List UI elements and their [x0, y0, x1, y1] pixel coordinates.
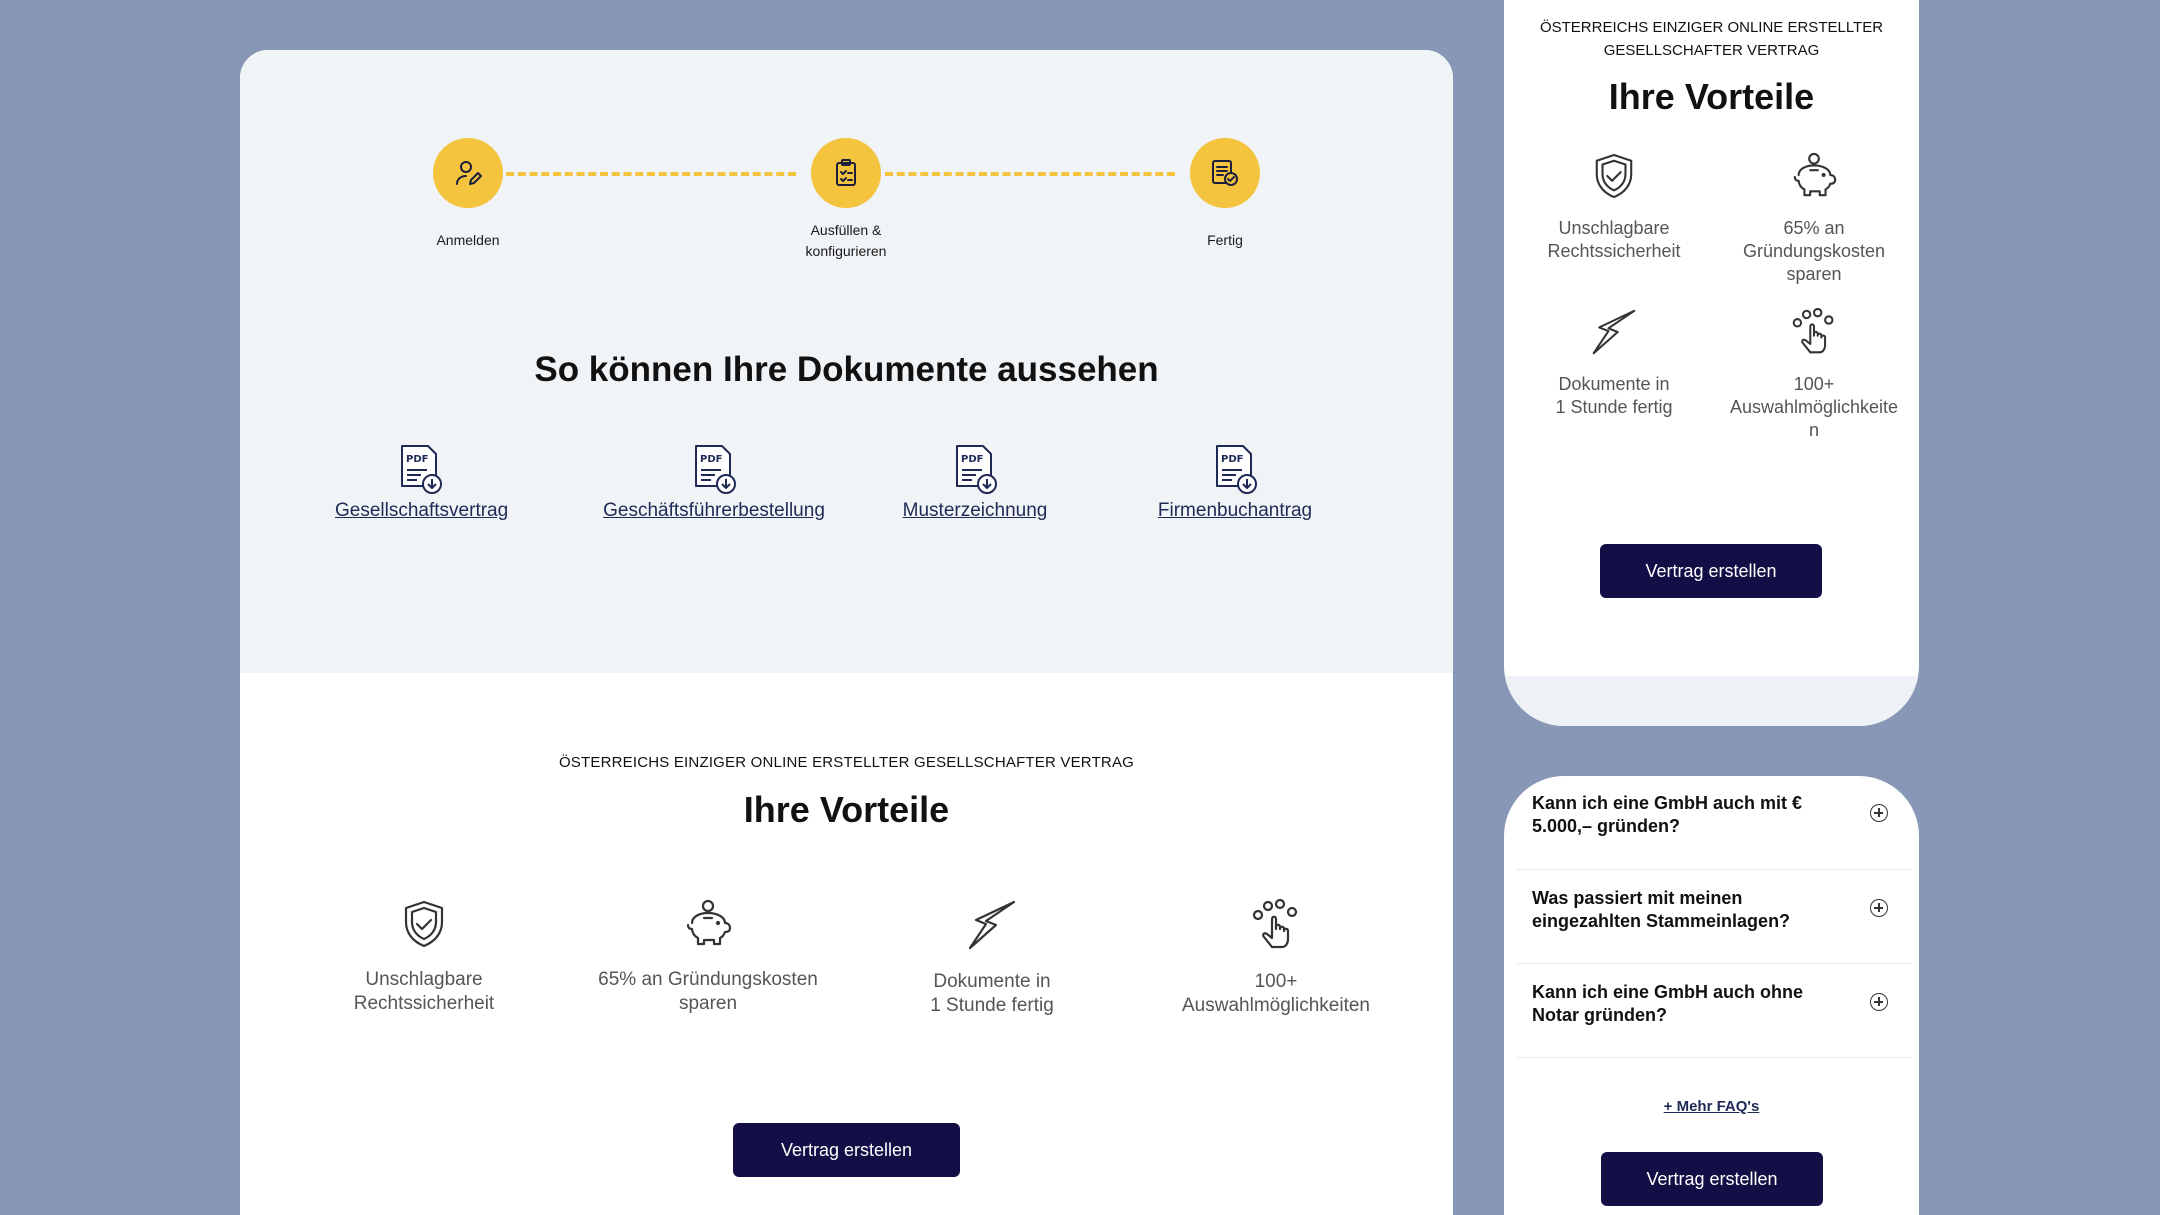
mobile-create-contract-button[interactable]: Vertrag erstellen	[1600, 544, 1822, 598]
svg-text:PDF: PDF	[961, 454, 983, 465]
svg-text:PDF: PDF	[406, 454, 428, 465]
faq-item[interactable]: Kann ich eine GmbH auch ohne Notar gründ…	[1516, 964, 1912, 1058]
pdf-download-icon: PDF	[1216, 445, 1257, 494]
step-connector-1	[506, 172, 796, 176]
benefit-text: Unschlagbare Rechtssicherheit	[353, 969, 495, 1014]
step-circle	[811, 138, 881, 208]
shield-check-icon	[1595, 153, 1633, 199]
step-label: Ausfüllen & konfigurieren	[805, 222, 887, 259]
plus-circle-icon[interactable]	[1870, 804, 1888, 822]
lightning-icon	[968, 900, 1016, 950]
pdf-download-icon: PDF	[956, 445, 997, 494]
step-ausfuellen: Ausfüllen & konfigurieren	[766, 138, 926, 262]
hand-pointer-icon	[1252, 898, 1298, 949]
benefit-gruendungskosten: 65% an Gründungskosten sparen	[568, 899, 848, 1016]
piggy-bank-icon	[686, 899, 732, 946]
lightning-icon	[1592, 309, 1636, 355]
faq-item[interactable]: Was passiert mit meinen eingezahlten Sta…	[1516, 870, 1912, 964]
mobile-benefit-auswahl: 100+ Auswahlmöglichkeite n	[1714, 307, 1914, 442]
user-edit-icon	[456, 161, 482, 185]
step-circle	[433, 138, 503, 208]
document-item-gesellschaftsvertrag[interactable]: PDF Gesellschaftsvertrag	[335, 444, 508, 522]
piggy-bank-icon	[1793, 152, 1837, 197]
mobile-benefit-rechtssicherheit: Unschlagbare Rechtssicherheit	[1514, 152, 1714, 263]
document-link[interactable]: Firmenbuchantrag	[1150, 500, 1320, 522]
benefit-auswahl: 100+ Auswahlmöglichkeiten	[1136, 898, 1416, 1018]
mobile-benefits-card: ÖSTERREICHS EINZIGER ONLINE ERSTELLTER G…	[1504, 0, 1919, 726]
benefit-rechtssicherheit: Unschlagbare Rechtssicherheit	[284, 899, 564, 1016]
plus-circle-icon[interactable]	[1870, 993, 1888, 1011]
faq-question[interactable]: Was passiert mit meinen eingezahlten Sta…	[1532, 887, 1832, 933]
document-check-icon	[1212, 160, 1238, 186]
faq-create-contract-button[interactable]: Vertrag erstellen	[1601, 1152, 1823, 1206]
benefit-text: 100+ Auswahlmöglichkeiten	[1182, 971, 1370, 1016]
mobile-benefit-gruendungskosten: 65% an Gründungskosten sparen	[1714, 152, 1914, 286]
svg-text:PDF: PDF	[1221, 454, 1243, 465]
mobile-benefit-text: Unschlagbare Rechtssicherheit	[1547, 218, 1681, 261]
benefit-dokumente: Dokumente in 1 Stunde fertig	[852, 899, 1132, 1018]
document-link[interactable]: Musterzeichnung	[895, 500, 1055, 522]
mobile-benefit-text: 100+ Auswahlmöglichkeite n	[1729, 374, 1899, 440]
step-label: Anmelden	[436, 232, 500, 248]
steps-section: Anmelden Ausfüllen & konfigurieren Ferti…	[240, 50, 1453, 673]
step-label: Fertig	[1207, 232, 1243, 248]
more-faq-link[interactable]: + Mehr FAQ's	[1504, 1098, 1919, 1115]
document-item-firmenbuchantrag[interactable]: PDF Firmenbuchantrag	[1150, 444, 1320, 522]
hand-pointer-icon	[1792, 307, 1834, 354]
step-anmelden: Anmelden	[388, 138, 548, 251]
clipboard-check-icon	[836, 159, 856, 186]
pdf-download-icon: PDF	[695, 445, 736, 494]
main-desktop-card: Anmelden Ausfüllen & konfigurieren Ferti…	[240, 50, 1453, 1215]
plus-circle-icon[interactable]	[1870, 899, 1888, 917]
mobile-benefits-eyebrow: ÖSTERREICHS EINZIGER ONLINE ERSTELLTER G…	[1539, 19, 1884, 59]
benefits-section: ÖSTERREICHS EINZIGER ONLINE ERSTELLTER G…	[240, 673, 1453, 1215]
benefits-title: Ihre Vorteile	[743, 789, 950, 830]
mobile-benefit-text: 65% an Gründungskosten sparen	[1742, 218, 1886, 284]
step-circle	[1190, 138, 1260, 208]
mobile-benefit-dokumente: Dokumente in 1 Stunde fertig	[1514, 308, 1714, 419]
faq-item[interactable]: Kann ich eine GmbH auch mit € 5.000,– gr…	[1516, 776, 1912, 870]
document-item-musterzeichnung[interactable]: PDF Musterzeichnung	[895, 444, 1055, 522]
faq-question[interactable]: Kann ich eine GmbH auch mit € 5.000,– gr…	[1532, 792, 1832, 838]
benefits-eyebrow: ÖSTERREICHS EINZIGER ONLINE ERSTELLTER G…	[558, 754, 1135, 771]
pdf-download-icon: PDF	[401, 445, 442, 494]
mobile-faq-card: Kann ich eine GmbH auch mit € 5.000,– gr…	[1504, 776, 1919, 1215]
benefit-text: 65% an Gründungskosten sparen	[598, 969, 818, 1014]
mobile-benefit-text: Dokumente in 1 Stunde fertig	[1555, 374, 1673, 417]
document-link[interactable]: Gesellschaftsvertrag	[335, 500, 508, 522]
benefit-text: Dokumente in 1 Stunde fertig	[930, 971, 1054, 1016]
document-link[interactable]: Geschäftsführerbestellung	[594, 500, 834, 522]
faq-question[interactable]: Kann ich eine GmbH auch ohne Notar gründ…	[1532, 981, 1832, 1027]
document-item-geschaeftsfuehrerbestellung[interactable]: PDF Geschäftsführerbestellung	[594, 444, 834, 522]
step-fertig: Fertig	[1145, 138, 1305, 251]
mobile-benefits-title: Ihre Vorteile	[1608, 76, 1815, 117]
create-contract-button[interactable]: Vertrag erstellen	[733, 1123, 960, 1177]
documents-title: So können Ihre Dokumente aussehen	[534, 350, 1159, 389]
shield-check-icon	[404, 900, 444, 948]
step-connector-2	[885, 172, 1175, 176]
svg-text:PDF: PDF	[700, 454, 722, 465]
mobile-card-footer	[1504, 676, 1919, 726]
